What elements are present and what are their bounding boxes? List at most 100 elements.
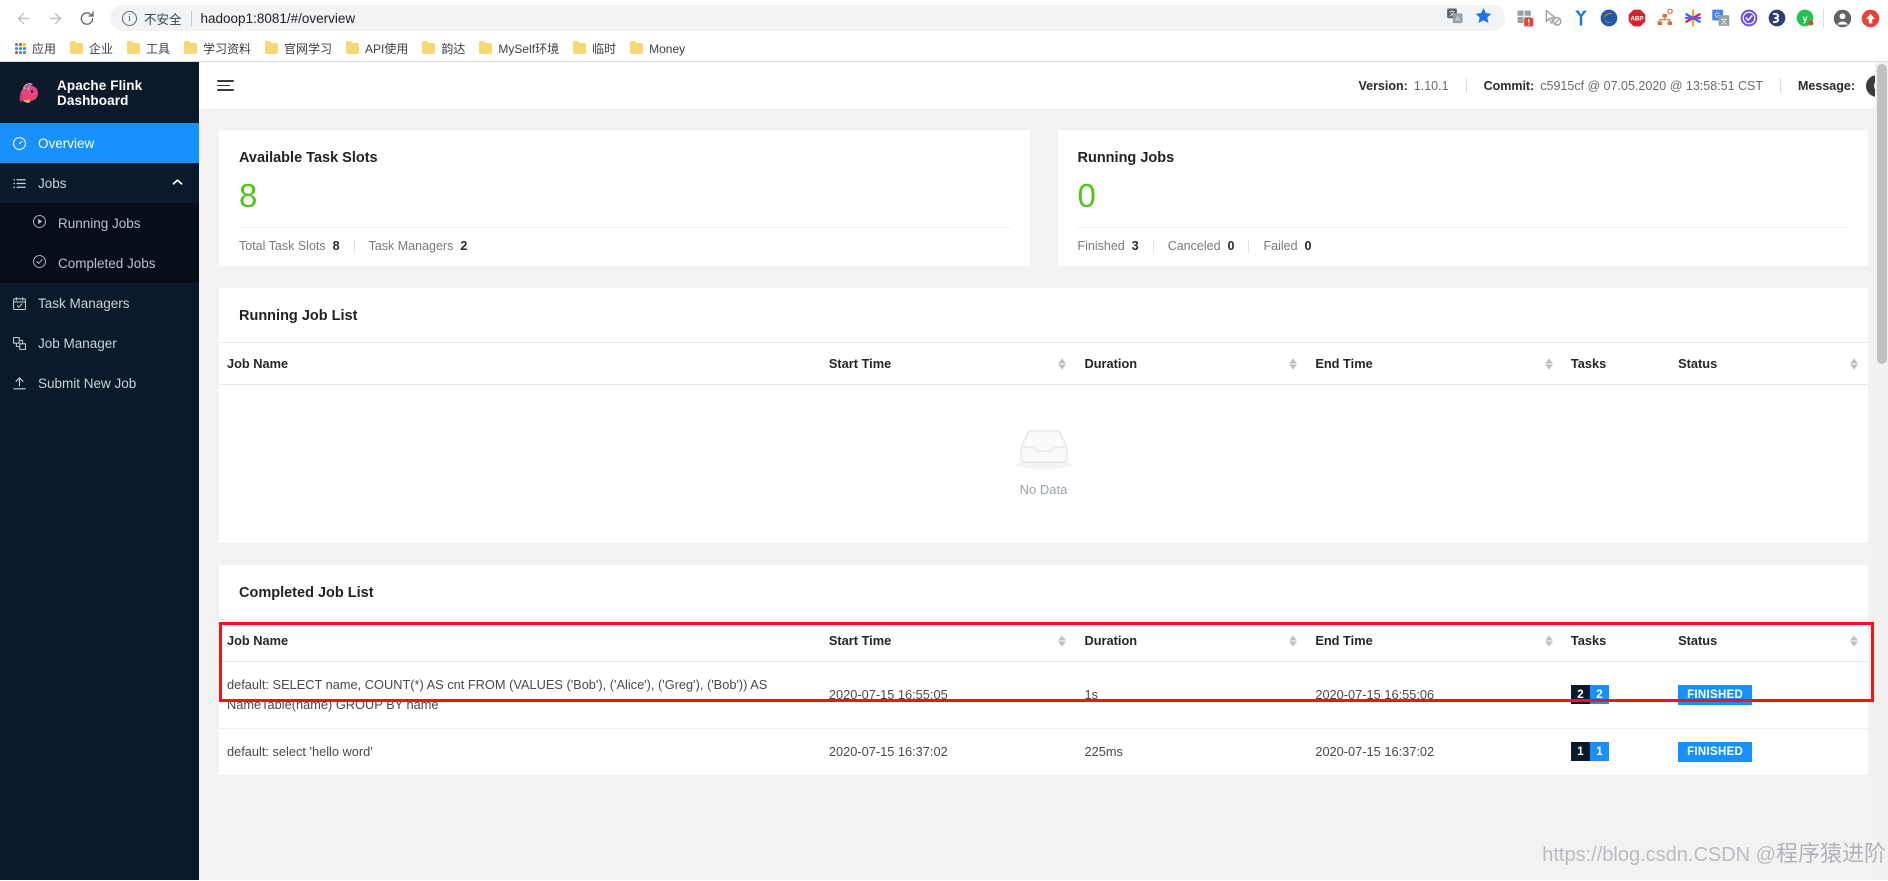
star-icon[interactable] xyxy=(1474,6,1493,30)
footer-label: Finished xyxy=(1077,239,1125,253)
bookmark-item-2[interactable]: 学习资料 xyxy=(178,38,259,59)
bookmark-item-3[interactable]: 官网学习 xyxy=(259,38,340,59)
extensions-puzzle-error-icon[interactable]: ! xyxy=(1515,8,1535,28)
task-chip-total: 1 xyxy=(1570,742,1590,762)
no-data-label: No Data xyxy=(1019,482,1068,497)
folder-icon xyxy=(127,40,140,54)
column-tasks[interactable]: Tasks xyxy=(1562,619,1671,662)
sort-toggle[interactable] xyxy=(1058,358,1067,369)
column-tasks[interactable]: Tasks xyxy=(1562,342,1671,385)
adblock-plus-icon[interactable]: ABP xyxy=(1627,8,1647,28)
meta-divider xyxy=(1780,78,1782,93)
folder-icon xyxy=(265,40,279,54)
footer-value: 2 xyxy=(460,239,468,253)
info-circle-icon[interactable]: i xyxy=(122,10,137,26)
sort-toggle[interactable] xyxy=(1544,358,1553,369)
asterisk-colored-icon[interactable] xyxy=(1683,8,1703,28)
running-job-list-panel: Running Job List Job Name Start Time Dur… xyxy=(219,288,1868,543)
bookmark-apps[interactable]: 应用 xyxy=(9,38,64,59)
firefox-circle-icon[interactable] xyxy=(1599,8,1619,28)
column-end-time[interactable]: End Time xyxy=(1307,342,1563,385)
status-badge: FINISHED xyxy=(1678,684,1753,705)
bookmark-item-5[interactable]: 韵达 xyxy=(416,38,473,59)
sidebar-item-job-manager[interactable]: Job Manager xyxy=(0,323,199,363)
security-label: 不安全 xyxy=(144,12,182,27)
watermark-url: https://blog.csdn. xyxy=(1542,844,1694,866)
wave-icon[interactable] xyxy=(1767,8,1787,28)
page-scrollbar-track[interactable] xyxy=(1875,62,1888,880)
checkmark-shield-icon[interactable] xyxy=(1739,8,1759,28)
sort-toggle[interactable] xyxy=(1058,635,1067,646)
sort-toggle[interactable] xyxy=(1850,635,1858,646)
browser-toolbar: i 不安全 hadoop1:8081/#/overview 文A ! ABP G… xyxy=(0,0,1888,36)
task-chip-finished: 1 xyxy=(1589,742,1609,762)
brand-header[interactable]: Apache Flink Dashboard xyxy=(0,62,199,123)
sidebar-subitem-label: Running Jobs xyxy=(58,215,141,231)
play-circle-icon xyxy=(32,214,47,232)
column-job-name[interactable]: Job Name xyxy=(219,619,821,662)
sort-toggle[interactable] xyxy=(1544,635,1553,646)
sidebar-item-task-managers[interactable]: Task Managers xyxy=(0,283,199,323)
cell-job-name[interactable]: default: select 'hello word' xyxy=(219,728,821,776)
table-row[interactable]: default: SELECT name, COUNT(*) AS cnt FR… xyxy=(219,661,1868,729)
column-status[interactable]: Status xyxy=(1670,619,1868,662)
cursor-blocked-icon[interactable] xyxy=(1543,8,1563,28)
page-scrollbar-thumb[interactable] xyxy=(1877,64,1887,364)
empty-inbox-icon xyxy=(1011,425,1077,474)
topbar-meta: Version: 1.10.1 Commit: c5915cf @ 07.05.… xyxy=(1358,74,1888,97)
update-arrow-icon[interactable] xyxy=(1860,8,1880,28)
chevron-up-icon[interactable] xyxy=(172,178,183,188)
watermark-brand: CSDN @ xyxy=(1693,844,1776,866)
bookmark-item-0[interactable]: 企业 xyxy=(64,38,121,59)
sidebar-item-label: Jobs xyxy=(38,175,67,191)
bookmark-item-8[interactable]: Money xyxy=(624,40,693,58)
translate-icon[interactable]: 文A xyxy=(1446,7,1464,30)
column-job-name[interactable]: Job Name xyxy=(219,342,821,385)
sort-toggle[interactable] xyxy=(1289,635,1298,646)
column-duration[interactable]: Duration xyxy=(1076,342,1308,385)
commit-value: c5915cf @ 07.05.2020 @ 13:58:51 CST xyxy=(1540,78,1764,93)
profile-avatar-icon[interactable] xyxy=(1832,8,1852,28)
sitemap-icon[interactable] xyxy=(1655,8,1675,28)
column-end-time[interactable]: End Time xyxy=(1307,619,1563,662)
sidebar-item-running-jobs[interactable]: Running Jobs xyxy=(0,203,199,243)
bookmark-item-1[interactable]: 工具 xyxy=(121,38,178,59)
sidebar-item-jobs[interactable]: Jobs xyxy=(0,163,199,203)
folder-icon xyxy=(69,40,83,54)
yandex-icon[interactable] xyxy=(1571,8,1591,28)
sidebar-item-overview[interactable]: Overview xyxy=(0,123,199,163)
summary-cards: Available Task Slots 8 Total Task Slots … xyxy=(219,130,1868,266)
column-status[interactable]: Status xyxy=(1670,342,1868,385)
column-label: Duration xyxy=(1084,356,1138,371)
bookmark-label: 临时 xyxy=(592,42,617,56)
footer-value: 0 xyxy=(1227,239,1235,253)
address-bar[interactable]: i 不安全 hadoop1:8081/#/overview 文A xyxy=(110,5,1505,31)
bookmark-label: 韵达 xyxy=(441,42,466,56)
youdao-icon[interactable]: y xyxy=(1795,8,1815,28)
sort-toggle[interactable] xyxy=(1850,358,1858,369)
toolbar-divider xyxy=(1823,9,1824,27)
hamburger-menu-icon[interactable] xyxy=(217,80,234,91)
column-start-time[interactable]: Start Time xyxy=(820,342,1077,385)
back-button[interactable] xyxy=(8,3,38,33)
sort-toggle[interactable] xyxy=(1289,358,1298,369)
bookmark-label: Money xyxy=(649,41,686,56)
status-badge: FINISHED xyxy=(1678,741,1753,762)
reload-button[interactable] xyxy=(72,3,102,33)
footer-divider xyxy=(1248,239,1250,253)
sidebar-item-submit-new-job[interactable]: Submit New Job xyxy=(0,363,199,403)
card-footer: Total Task Slots 8 Task Managers 2 xyxy=(239,227,1010,266)
google-translate-icon[interactable]: G文 xyxy=(1711,8,1731,28)
sidebar-item-completed-jobs[interactable]: Completed Jobs xyxy=(0,243,199,283)
column-start-time[interactable]: Start Time xyxy=(820,619,1077,662)
bookmark-item-7[interactable]: 临时 xyxy=(567,38,624,59)
column-duration[interactable]: Duration xyxy=(1076,619,1308,662)
forward-button[interactable] xyxy=(40,3,70,33)
footer-label: Total Task Slots xyxy=(239,239,326,253)
cell-job-name[interactable]: default: SELECT name, COUNT(*) AS cnt FR… xyxy=(219,661,821,729)
table-row[interactable]: default: select 'hello word' 2020-07-15 … xyxy=(219,728,1868,776)
bookmark-item-4[interactable]: API使用 xyxy=(340,38,416,59)
sidebar: Apache Flink Dashboard Overview Jobs Run… xyxy=(0,62,199,880)
sidebar-item-label: Job Manager xyxy=(38,335,117,351)
bookmark-item-6[interactable]: MySelf环境 xyxy=(473,38,567,59)
